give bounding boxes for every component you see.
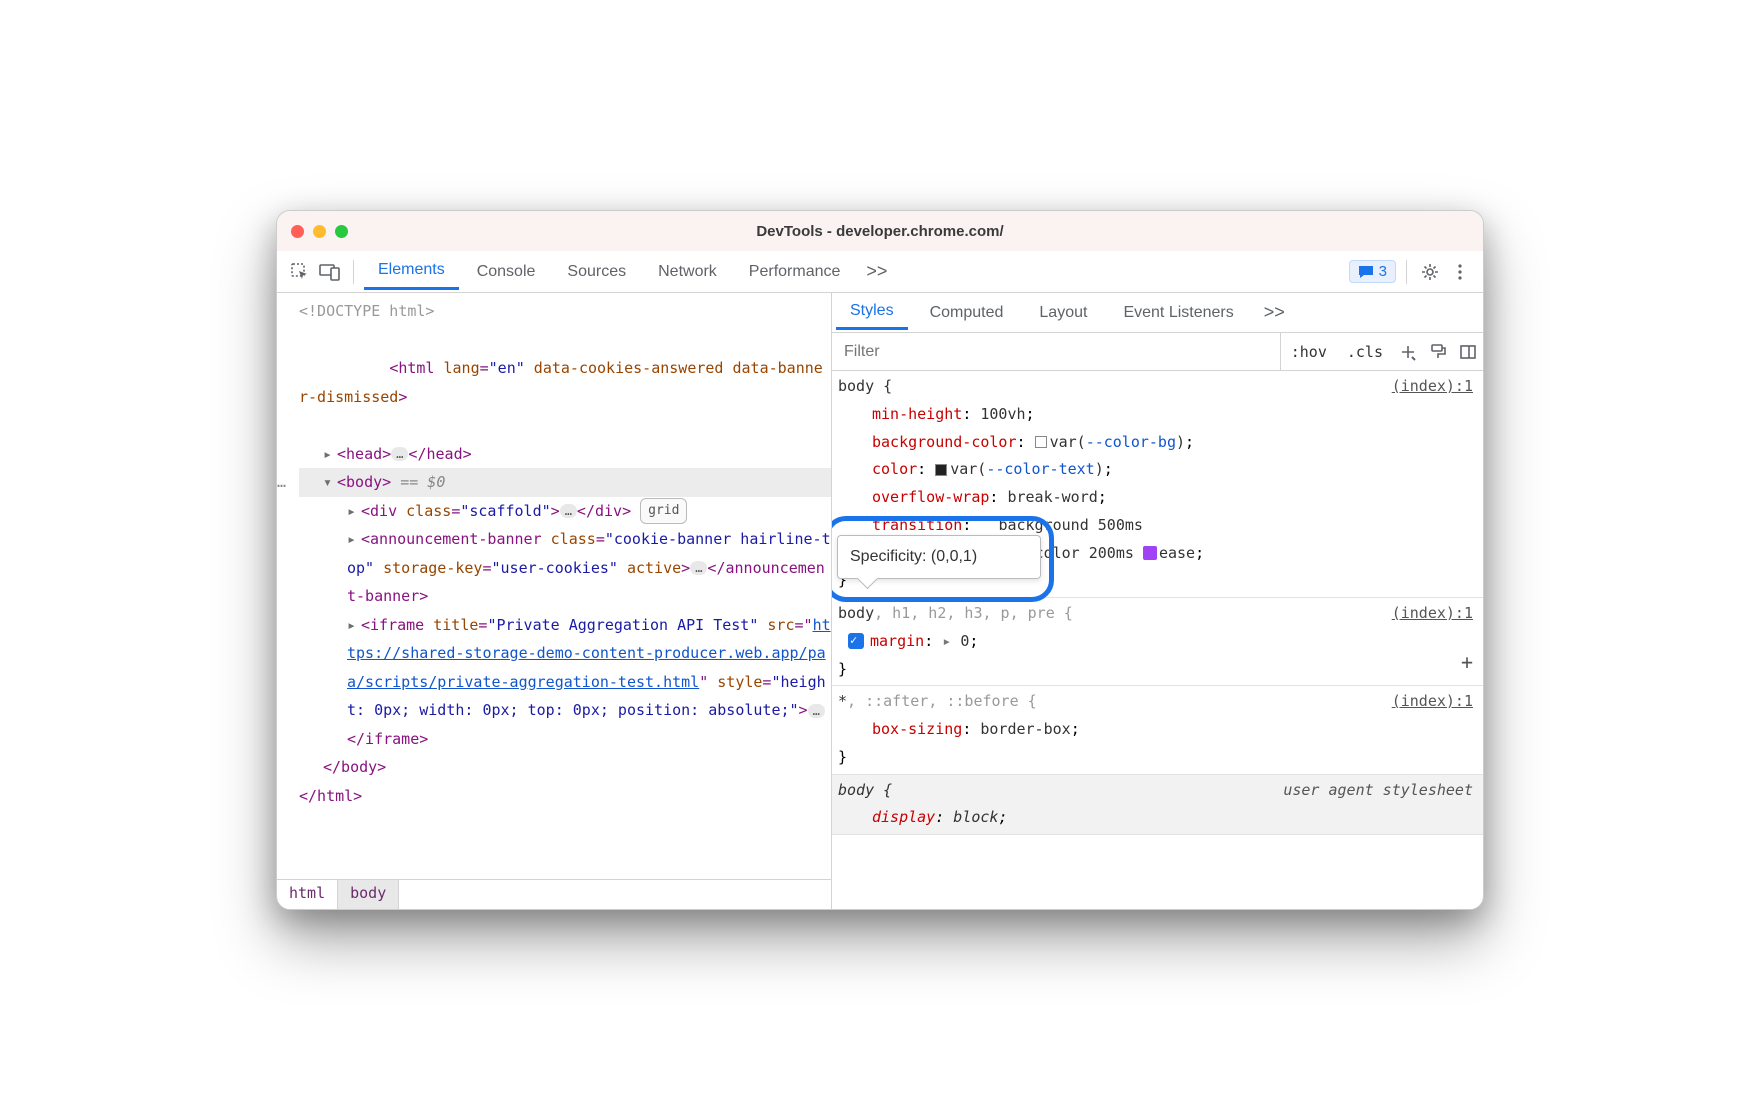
specificity-highlight: Specificity: (0,0,1) (832, 516, 1054, 602)
checkbox-icon[interactable] (848, 633, 864, 649)
css-property[interactable]: overflow-wrap: break-word; (838, 484, 1473, 512)
css-rule[interactable]: (index):1 *, ::after, ::before { box-siz… (832, 686, 1483, 774)
ellipsis-icon[interactable]: … (560, 504, 577, 518)
rule-close: } (838, 744, 1473, 772)
rule-close: } (838, 656, 1473, 684)
add-property-button[interactable]: + (1461, 644, 1473, 681)
tab-layout[interactable]: Layout (1025, 297, 1101, 329)
window-title: DevTools - developer.chrome.com/ (277, 223, 1483, 240)
issues-badge[interactable]: 3 (1349, 260, 1396, 283)
message-icon (1358, 265, 1374, 279)
tab-sources[interactable]: Sources (553, 255, 640, 289)
hov-toggle[interactable]: :hov (1281, 333, 1337, 370)
tab-network[interactable]: Network (644, 255, 731, 289)
tab-elements[interactable]: Elements (364, 253, 459, 290)
styles-filter-input[interactable] (832, 333, 1281, 370)
more-styles-tabs[interactable]: >> (1256, 302, 1293, 323)
grid-badge[interactable]: grid (640, 498, 687, 525)
paint-icon[interactable] (1423, 337, 1453, 367)
css-property[interactable]: min-height: 100vh; (838, 401, 1473, 429)
bezier-icon[interactable] (1143, 546, 1157, 560)
breadcrumb-body[interactable]: body (338, 880, 399, 909)
color-swatch-icon[interactable] (935, 464, 947, 476)
elements-panel: <!DOCTYPE html> <html lang="en" data-coo… (277, 293, 832, 909)
tab-computed[interactable]: Computed (916, 297, 1018, 329)
specificity-tooltip: Specificity: (0,0,1) (837, 535, 1041, 579)
issues-count: 3 (1379, 263, 1387, 280)
styles-tabs: Styles Computed Layout Event Listeners >… (832, 293, 1483, 333)
dom-head[interactable]: ▸<head>…</head> (299, 440, 831, 469)
dom-html-close[interactable]: </html> (299, 782, 831, 811)
styles-filter-bar: :hov .cls (832, 333, 1483, 371)
dom-body-open[interactable]: ▾<body> == $0 (299, 468, 831, 497)
devtools-window: DevTools - developer.chrome.com/ Element… (276, 210, 1484, 910)
css-rule[interactable]: (index):1 body, h1, h2, h3, p, pre { mar… (832, 598, 1483, 686)
rule-selector[interactable]: *, ::after, ::before { (838, 688, 1473, 716)
styles-panel: Styles Computed Layout Event Listeners >… (832, 293, 1483, 909)
css-property[interactable]: display: block; (838, 804, 1473, 832)
dom-announcement-banner[interactable]: ▸<announcement-banner class="cookie-bann… (299, 525, 831, 611)
tab-event-listeners[interactable]: Event Listeners (1109, 297, 1247, 329)
rule-source-link[interactable]: (index):1 (1392, 600, 1473, 628)
css-property[interactable]: box-sizing: border-box; (838, 716, 1473, 744)
inspect-icon[interactable] (287, 259, 313, 285)
toggle-sidebar-icon[interactable] (1453, 337, 1483, 367)
tab-styles[interactable]: Styles (836, 295, 908, 330)
cls-toggle[interactable]: .cls (1337, 333, 1393, 370)
styles-rules: (index):1 body { min-height: 100vh; back… (832, 371, 1483, 909)
ellipsis-icon[interactable]: … (690, 561, 707, 575)
dom-iframe[interactable]: ▸<iframe title="Private Aggregation API … (299, 611, 831, 754)
rule-selector[interactable]: body, h1, h2, h3, p, pre { (838, 600, 1473, 628)
dom-doctype[interactable]: <!DOCTYPE html> (299, 297, 831, 326)
kebab-menu-icon[interactable] (1447, 259, 1473, 285)
tab-performance[interactable]: Performance (735, 255, 855, 289)
dom-div-scaffold[interactable]: ▸<div class="scaffold">…</div> grid (299, 497, 831, 526)
dom-tree[interactable]: <!DOCTYPE html> <html lang="en" data-coo… (277, 293, 831, 879)
css-property[interactable]: background-color: var(--color-bg); (838, 429, 1473, 457)
breadcrumb: html body (277, 879, 831, 909)
rule-source-link[interactable]: (index):1 (1392, 688, 1473, 716)
ellipsis-icon[interactable]: … (808, 704, 825, 718)
rule-selector[interactable]: body { (838, 373, 1473, 401)
css-property[interactable]: margin: ▸ 0; (838, 628, 1473, 656)
dom-body-close[interactable]: </body> (299, 753, 831, 782)
tab-console[interactable]: Console (463, 255, 550, 289)
device-toggle-icon[interactable] (317, 259, 343, 285)
css-property[interactable]: color: var(--color-text); (838, 456, 1473, 484)
dom-html-open[interactable]: <html lang="en" data-cookies-answered da… (299, 326, 831, 440)
main-content: <!DOCTYPE html> <html lang="en" data-coo… (277, 293, 1483, 909)
breadcrumb-html[interactable]: html (277, 880, 338, 909)
css-rule-ua[interactable]: user agent stylesheet body { display: bl… (832, 775, 1483, 836)
color-swatch-icon[interactable] (1035, 436, 1047, 448)
rule-source-label: user agent stylesheet (1283, 777, 1473, 805)
titlebar: DevTools - developer.chrome.com/ (277, 211, 1483, 251)
gear-icon[interactable] (1417, 259, 1443, 285)
separator (353, 260, 354, 284)
more-tabs-button[interactable]: >> (858, 261, 895, 282)
rule-source-link[interactable]: (index):1 (1392, 373, 1473, 401)
new-style-rule-icon[interactable] (1393, 337, 1423, 367)
separator (1406, 260, 1407, 284)
main-toolbar: Elements Console Sources Network Perform… (277, 251, 1483, 293)
ellipsis-icon[interactable]: … (391, 447, 408, 461)
